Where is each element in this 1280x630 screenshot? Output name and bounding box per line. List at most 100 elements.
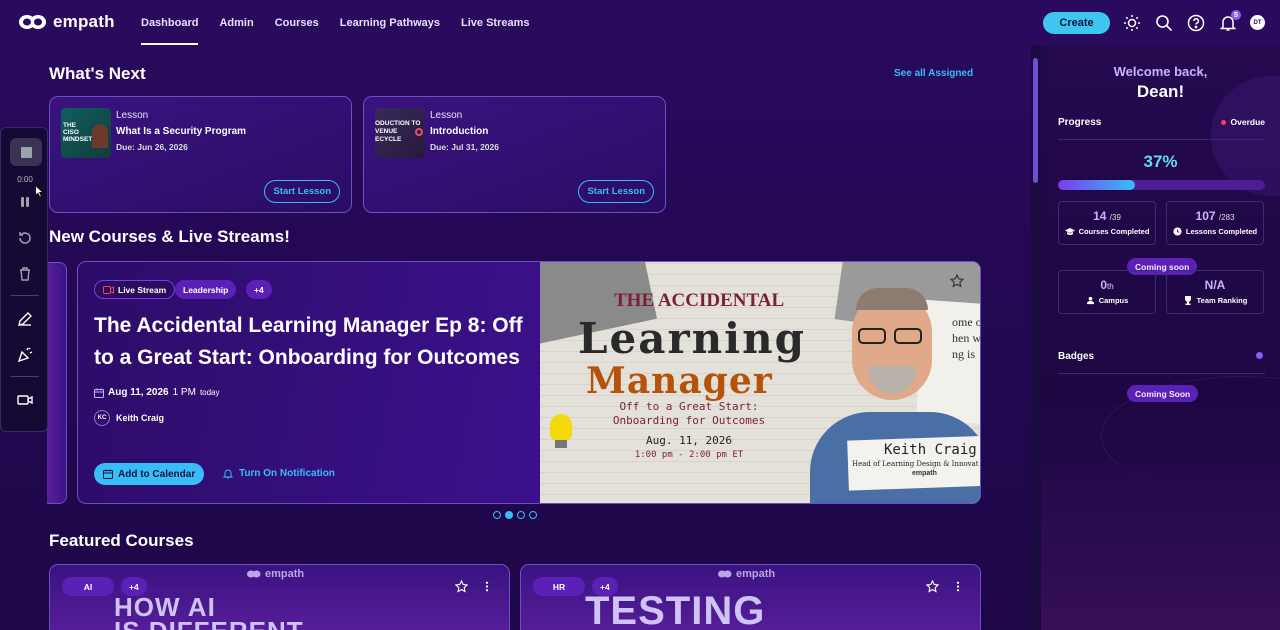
favorite-star-icon[interactable] <box>950 274 964 288</box>
nav-dashboard[interactable]: Dashboard <box>141 0 199 46</box>
sun-icon[interactable] <box>1123 14 1141 32</box>
poster-word-manager: Manager <box>586 360 773 402</box>
progress-percent: 37% <box>1143 152 1178 171</box>
restart-icon[interactable] <box>15 228 35 248</box>
turn-on-notification-button[interactable]: Turn On Notification <box>223 468 335 479</box>
logo-icon <box>247 570 261 578</box>
progress-sidebar: Welcome back, Dean! Progress Overdue 37%… <box>1041 46 1280 630</box>
favorite-star-icon[interactable] <box>926 580 939 593</box>
empath-logo[interactable]: empath <box>17 12 115 32</box>
badges-indicator-dot <box>1256 352 1263 359</box>
overdue-legend: Overdue <box>1220 117 1265 127</box>
nav-courses[interactable]: Courses <box>275 0 319 46</box>
lesson-title: What Is a Security Program <box>116 126 247 137</box>
hr-tag: HR <box>533 577 585 596</box>
poster-brand: empath <box>912 470 937 477</box>
poster-word-learning: Learning <box>578 314 806 363</box>
start-lesson-button[interactable]: Start Lesson <box>578 180 654 203</box>
trophy-icon <box>1184 296 1191 305</box>
lessons-completed-stat: 107 /283 Lessons Completed <box>1166 201 1264 245</box>
carousel-dot[interactable] <box>529 511 537 519</box>
previous-carousel-slide[interactable] <box>47 262 67 504</box>
add-to-calendar-button[interactable]: Add to Calendar <box>94 463 205 485</box>
turn-on-notification-label: Turn On Notification <box>239 468 335 479</box>
more-options-icon[interactable] <box>484 580 490 593</box>
carousel-pagination <box>493 511 537 519</box>
stream-time: 1 PM <box>172 387 196 398</box>
more-options-icon[interactable] <box>955 580 961 593</box>
courses-completed-stat: 14 /39 Courses Completed <box>1058 201 1156 245</box>
notification-count-badge: 5 <box>1231 10 1241 20</box>
calendar-icon <box>94 388 104 398</box>
see-all-assigned-link[interactable]: See all Assigned <box>894 68 973 79</box>
create-button[interactable]: Create <box>1043 12 1110 34</box>
pen-icon[interactable] <box>15 309 35 329</box>
author-avatar: KC <box>94 410 110 426</box>
favorite-star-icon[interactable] <box>455 580 468 593</box>
tag-label: Live Stream <box>118 284 167 295</box>
carousel-dot[interactable] <box>517 511 525 519</box>
main-scrollbar[interactable] <box>1031 46 1041 630</box>
delete-icon[interactable] <box>15 264 35 284</box>
featured-course-card[interactable]: HR +4 empath TESTING <box>520 564 981 630</box>
bell-icon <box>223 469 233 479</box>
user-name: Dean! <box>1136 82 1185 101</box>
course-cover-text: TESTING <box>585 589 766 630</box>
nav-live-streams[interactable]: Live Streams <box>461 0 529 46</box>
live-stream-tag: Live Stream <box>94 280 176 299</box>
top-navigation: empath Dashboard Admin Courses Learning … <box>0 0 1280 46</box>
featured-courses-heading: Featured Courses <box>49 531 194 550</box>
assigned-lesson-card[interactable]: ODUCTION TO VENUE ECYCLE Lesson Introduc… <box>363 96 666 213</box>
lesson-type-label: Lesson <box>116 110 149 121</box>
add-to-calendar-label: Add to Calendar <box>118 468 196 480</box>
graduation-cap-icon <box>1064 227 1075 235</box>
clock-icon <box>1173 227 1182 236</box>
course-brand: empath <box>717 568 775 580</box>
stream-title[interactable]: The Accidental Learning Manager Ep 8: Of… <box>94 310 534 374</box>
video-icon <box>103 285 114 294</box>
people-icon <box>1086 296 1094 305</box>
poster-heading: THE ACCIDENTAL <box>614 290 785 311</box>
progress-bar-fill <box>1058 180 1135 190</box>
assigned-lesson-card[interactable]: THE CISO MINDSET Lesson What Is a Securi… <box>49 96 352 213</box>
whats-next-heading: What's Next <box>49 64 146 83</box>
carousel-dot[interactable] <box>505 511 513 519</box>
stop-recording-button[interactable] <box>10 138 42 166</box>
screen-recorder-toolbar: 0:00 <box>0 127 48 432</box>
logo-icon <box>19 15 46 29</box>
nav-admin[interactable]: Admin <box>219 0 253 46</box>
stream-date: Aug 11, 2026 <box>108 387 169 398</box>
overdue-dot <box>1220 119 1226 125</box>
search-icon[interactable] <box>1155 14 1173 32</box>
recording-timer: 0:00 <box>17 175 33 184</box>
logo-icon <box>718 570 732 578</box>
pause-icon[interactable] <box>15 192 35 212</box>
progress-bar <box>1058 180 1265 190</box>
camera-icon[interactable] <box>15 390 35 410</box>
featured-course-card[interactable]: AI +4 empath HOW AI IS DIFFERENT <box>49 564 510 630</box>
ai-tag: AI <box>62 577 114 596</box>
progress-heading: Progress <box>1058 117 1102 128</box>
lesson-due-date: Due: Jun 26, 2026 <box>116 142 188 152</box>
user-avatar[interactable]: DT <box>1250 15 1265 30</box>
scrollbar-thumb[interactable] <box>1033 58 1038 183</box>
live-stream-carousel-card[interactable]: Live Stream Leadership +4 The Accidental… <box>77 261 981 504</box>
lesson-due-date: Due: Jul 31, 2026 <box>430 142 499 152</box>
calendar-icon <box>103 469 113 479</box>
nav-learning-pathways[interactable]: Learning Pathways <box>340 0 440 46</box>
more-tags-chip[interactable]: +4 <box>246 280 272 299</box>
poster-presenter-role: Head of Learning Design & Innovat <box>852 460 979 468</box>
poster-date: Aug. 11, 2026 1:00 pm - 2:00 pm ET <box>634 434 744 460</box>
poster-presenter-name: Keith Craig <box>884 442 977 458</box>
start-lesson-button[interactable]: Start Lesson <box>264 180 340 203</box>
mouse-cursor-icon <box>35 185 44 198</box>
carousel-dot[interactable] <box>493 511 501 519</box>
help-icon[interactable] <box>1187 14 1205 32</box>
author-name: Keith Craig <box>116 413 165 423</box>
team-ranking-stat: N/A Team Ranking <box>1166 270 1264 314</box>
coming-soon-badge: Coming Soon <box>1127 385 1199 402</box>
main-nav: Dashboard Admin Courses Learning Pathway… <box>141 0 550 46</box>
lesson-thumbnail: ODUCTION TO VENUE ECYCLE <box>375 108 425 158</box>
badges-heading: Badges <box>1058 351 1095 362</box>
celebrate-icon[interactable] <box>15 345 35 365</box>
